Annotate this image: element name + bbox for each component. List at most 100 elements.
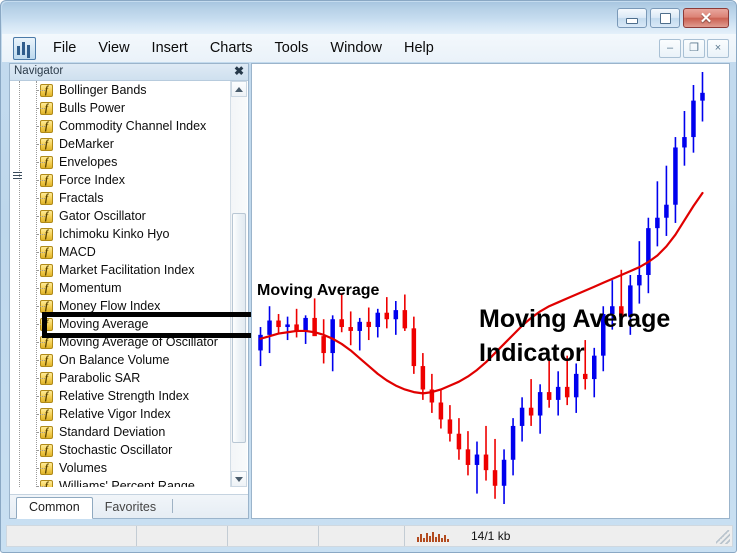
scrollbar-thumb[interactable]: [232, 213, 246, 443]
navigator-item[interactable]: f Fractals: [10, 189, 248, 207]
menu-item-charts[interactable]: Charts: [199, 38, 264, 58]
application-logo-icon: [13, 36, 36, 60]
menu-item-file[interactable]: File: [42, 38, 87, 58]
indicator-title-line-2: Indicator: [479, 339, 585, 367]
tree-elbow-line: [37, 198, 45, 199]
window-minimize-button[interactable]: [617, 8, 647, 28]
menu-item-view[interactable]: View: [87, 38, 140, 58]
tree-elbow-line: [37, 450, 45, 451]
navigator-item[interactable]: f MACD: [10, 243, 248, 261]
navigator-item[interactable]: f Bulls Power: [10, 99, 248, 117]
navigator-item[interactable]: f Williams' Percent Range: [10, 477, 248, 487]
candle-body: [655, 217, 660, 229]
navigator-item[interactable]: f Ichimoku Kinko Hyo: [10, 225, 248, 243]
candle-body: [501, 459, 507, 486]
scroll-down-button[interactable]: [231, 471, 247, 487]
traffic-bar: [420, 533, 422, 542]
status-cell-3: [228, 526, 318, 546]
navigator-item[interactable]: f Relative Vigor Index: [10, 405, 248, 423]
navigator-item[interactable]: f Moving Average: [10, 315, 248, 333]
navigator-item[interactable]: f DeMarker: [10, 135, 248, 153]
navigator-item[interactable]: f Stochastic Oscillator: [10, 441, 248, 459]
navigator-item-label: Moving Average of Oscillator: [59, 335, 218, 349]
title-bar: ✕: [2, 2, 736, 34]
traffic-bar: [432, 531, 434, 542]
navigator-item[interactable]: f Envelopes: [10, 153, 248, 171]
window-maximize-button[interactable]: [650, 8, 680, 28]
candle-body: [303, 317, 308, 331]
tree-elbow-line: [37, 288, 45, 289]
tab-favorites[interactable]: Favorites: [93, 498, 168, 518]
candle-body: [546, 392, 552, 400]
navigator-item[interactable]: f Volumes: [10, 459, 248, 477]
mdi-restore-button[interactable]: ❐: [683, 38, 705, 58]
chart-panel[interactable]: Moving Average Moving Average Indicator: [251, 63, 730, 519]
candle-body: [366, 321, 372, 328]
candle-body: [357, 321, 362, 331]
scroll-up-button[interactable]: [231, 81, 247, 97]
navigator-item-label: DeMarker: [59, 137, 114, 151]
navigator-scrollbar[interactable]: [230, 81, 247, 487]
menu-item-window[interactable]: Window: [319, 38, 393, 58]
application-window: ✕ File View Insert Charts Tools Window H…: [0, 0, 737, 553]
navigator-item-label: Moving Average: [59, 317, 149, 331]
drag-handle-grip-icon[interactable]: [13, 172, 22, 181]
candle-body: [537, 392, 543, 416]
navigator-item-label: Envelopes: [59, 155, 118, 169]
navigator-item[interactable]: f Commodity Channel Index: [10, 117, 248, 135]
traffic-bar: [438, 533, 440, 542]
mdi-minimize-button[interactable]: –: [659, 38, 681, 58]
navigator-item-label: Money Flow Index: [59, 299, 161, 313]
navigator-header: Navigator ✖: [10, 64, 248, 81]
tab-divider: [172, 499, 174, 513]
candle-body: [510, 425, 516, 460]
candle-body: [637, 274, 642, 286]
navigator-item[interactable]: f Gator Oscillator: [10, 207, 248, 225]
navigator-item[interactable]: f Relative Strength Index: [10, 387, 248, 405]
menu-item-insert[interactable]: Insert: [141, 38, 199, 58]
navigator-item[interactable]: f Parabolic SAR: [10, 369, 248, 387]
tree-elbow-line: [37, 234, 45, 235]
candle-body: [564, 386, 570, 398]
navigator-item-label: Relative Strength Index: [59, 389, 189, 403]
mdi-window-controls: – ❐ ×: [659, 38, 729, 58]
navigator-item-label: On Balance Volume: [59, 353, 170, 367]
navigator-item[interactable]: f Force Index: [10, 171, 248, 189]
resize-grip-icon[interactable]: [716, 530, 730, 544]
window-close-button[interactable]: ✕: [683, 8, 729, 28]
navigator-tree-list[interactable]: f Bollinger Bands f Bulls Power f Commodity C…: [10, 81, 248, 487]
navigator-item[interactable]: f Market Facilitation Index: [10, 261, 248, 279]
traffic-bar: [444, 534, 446, 542]
minimize-icon: [626, 17, 638, 24]
candle-body: [691, 100, 696, 138]
traffic-bar: [435, 536, 437, 542]
navigator-item[interactable]: f Moving Average of Oscillator: [10, 333, 248, 351]
candle-body: [492, 470, 498, 486]
mdi-close-button[interactable]: ×: [707, 38, 729, 58]
navigator-item[interactable]: f Money Flow Index: [10, 297, 248, 315]
tree-elbow-line: [37, 270, 45, 271]
candle-body: [465, 449, 471, 465]
tree-elbow-line: [37, 396, 45, 397]
navigator-item[interactable]: f Standard Deviation: [10, 423, 248, 441]
navigator-item-label: Relative Vigor Index: [59, 407, 171, 421]
candle-body: [321, 336, 326, 354]
navigator-item[interactable]: f Momentum: [10, 279, 248, 297]
candle-body: [555, 386, 561, 400]
navigator-item-label: Standard Deviation: [59, 425, 166, 439]
navigator-item[interactable]: f On Balance Volume: [10, 351, 248, 369]
navigator-panel: Navigator ✖ f Bollinger Bands f Bulls Power…: [9, 63, 269, 519]
menu-item-help[interactable]: Help: [393, 38, 445, 58]
tab-common[interactable]: Common: [16, 497, 93, 519]
close-icon: ✕: [699, 9, 713, 27]
navigator-item[interactable]: f Bollinger Bands: [10, 81, 248, 99]
candle-body: [573, 373, 579, 398]
navigator-item-label: Commodity Channel Index: [59, 119, 207, 133]
traffic-bar: [417, 536, 419, 542]
network-traffic-icon: [417, 531, 449, 542]
navigator-item-label: Williams' Percent Range: [59, 479, 195, 487]
window-controls: ✕: [617, 8, 729, 28]
status-cell-4: [319, 526, 404, 546]
menu-item-tools[interactable]: Tools: [264, 38, 320, 58]
navigator-close-icon[interactable]: ✖: [234, 65, 244, 78]
